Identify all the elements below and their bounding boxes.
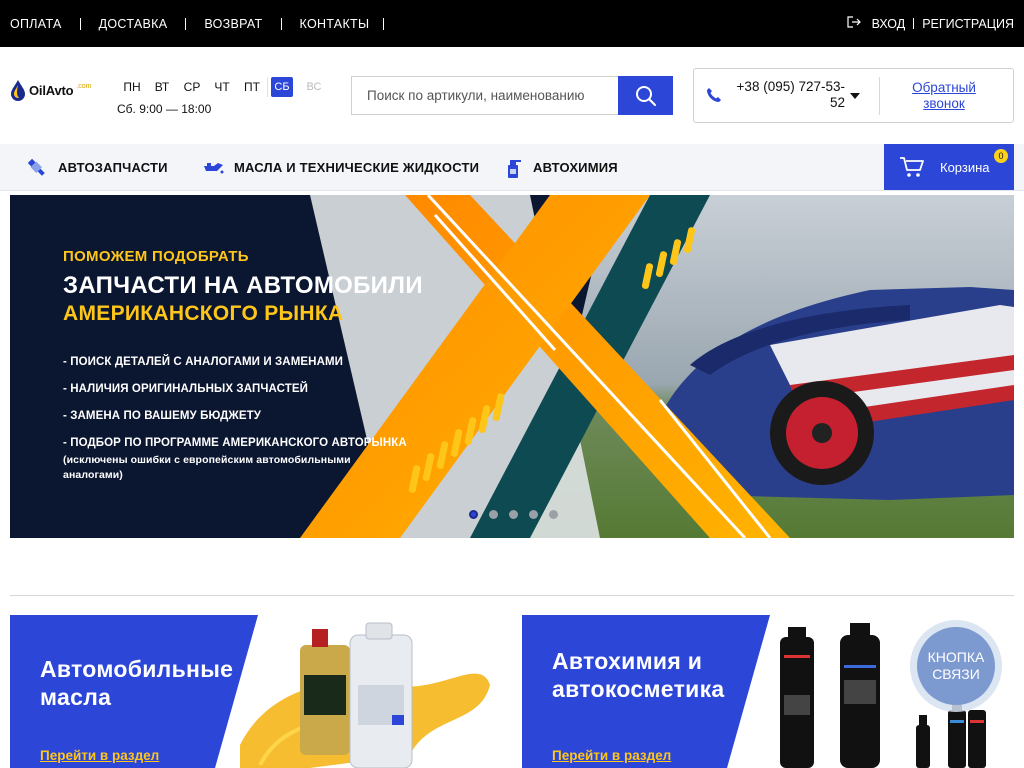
nav-label: МАСЛА И ТЕХНИЧЕСКИЕ ЖИДКОСТИ <box>234 160 480 175</box>
banner-subtitle: АМЕРИКАНСКОГО РЫНКА <box>63 302 344 325</box>
nav-item-autoparts[interactable]: АВТОЗАПЧАСТИ <box>26 144 168 191</box>
cart-count-badge: 0 <box>994 149 1008 163</box>
slider-dot[interactable] <box>529 510 538 519</box>
site-logo[interactable]: OilAvto .com <box>10 79 92 101</box>
weekday-today: СБ <box>271 77 293 97</box>
banner-bullet: - ПОДБОР ПО ПРОГРАММЕ АМЕРИКАНСКОГО АВТО… <box>63 437 407 483</box>
slider-dot[interactable] <box>509 510 518 519</box>
contact-widget-label: КНОПКА СВЯЗИ <box>917 627 995 705</box>
top-link-return[interactable]: ВОЗВРАТ <box>204 17 262 31</box>
phone-icon <box>707 88 721 102</box>
cart-label: Корзина <box>940 159 990 175</box>
banner-bullet-note: (исключены ошибки с европейским автомоби… <box>63 454 351 481</box>
logo-domain: .com <box>76 82 92 90</box>
top-links: ОПЛАТА ДОСТАВКА ВОЗВРАТ КОНТАКТЫ <box>10 17 385 31</box>
divider <box>913 18 915 29</box>
callback-link[interactable]: Обратный звонок <box>894 80 994 112</box>
divider <box>879 77 880 115</box>
cart-button[interactable]: Корзина 0 <box>884 144 1014 190</box>
nav-label: АВТОХИМИЯ <box>533 160 618 175</box>
cart-icon <box>900 157 924 177</box>
working-hours: Сб. 9:00 — 18:00 <box>117 102 212 116</box>
weekday: СР <box>183 80 201 94</box>
logo-brand: OilAvto <box>29 82 74 98</box>
oil-drop-logo-icon <box>11 80 25 101</box>
top-bar: ОПЛАТА ДОСТАВКА ВОЗВРАТ КОНТАКТЫ ВХОД РЕ… <box>0 0 1024 47</box>
spray-bottle-icon <box>508 159 521 178</box>
weekday: ЧТ <box>214 80 230 94</box>
divider <box>185 17 187 30</box>
weekday-schedule: ПН ВТ СР ЧТ ПТ СБ ВС <box>117 77 329 97</box>
card-link[interactable]: Перейти в раздел <box>552 748 671 763</box>
spark-plug-icon <box>27 158 45 176</box>
divider <box>79 17 81 30</box>
slider-dot[interactable] <box>489 510 498 519</box>
search-button[interactable] <box>618 76 673 115</box>
banner-title: ЗАПЧАСТИ НА АВТОМОБИЛИ <box>63 272 423 299</box>
oil-can-icon <box>204 162 224 173</box>
category-card-oils[interactable]: Автомобильные масла Перейти в раздел <box>10 615 502 768</box>
slider-dots <box>469 510 558 519</box>
auth-links: ВХОД РЕГИСТРАЦИЯ <box>846 16 1014 31</box>
register-link[interactable]: РЕГИСТРАЦИЯ <box>922 17 1014 31</box>
slider-dot-active[interactable] <box>469 510 478 519</box>
search-icon <box>635 85 656 106</box>
banner-bullets: - ПОИСК ДЕТАЛЕЙ С АНАЛОГАМИ И ЗАМЕНАМИ -… <box>63 356 407 498</box>
card-title: Автомобильные масла <box>40 656 234 710</box>
card-link[interactable]: Перейти в раздел <box>40 748 159 763</box>
contact-box: +38 (095) 727-53-52 Обратный звонок <box>693 68 1014 123</box>
search-input[interactable] <box>351 76 618 115</box>
banner-bullet: - ПОИСК ДЕТАЛЕЙ С АНАЛОГАМИ И ЗАМЕНАМИ <box>63 356 344 368</box>
weekday-off: ВС <box>306 81 322 93</box>
banner-underlay <box>10 538 1014 596</box>
login-arrow-icon <box>846 16 861 31</box>
contact-widget-button[interactable]: КНОПКА СВЯЗИ <box>910 620 1002 712</box>
weekday: ПН <box>123 80 141 94</box>
banner-pretitle: ПОМОЖЕМ ПОДОБРАТЬ <box>63 248 249 265</box>
top-link-payment[interactable]: ОПЛАТА <box>10 17 62 31</box>
nav-item-autochemistry[interactable]: АВТОХИМИЯ <box>505 144 618 191</box>
top-link-contacts[interactable]: КОНТАКТЫ <box>300 17 370 31</box>
phone-number[interactable]: +38 (095) 727-53-52 <box>730 79 845 111</box>
weekday: ПТ <box>244 80 260 94</box>
nav-label: АВТОЗАПЧАСТИ <box>58 160 168 175</box>
divider <box>383 17 385 30</box>
header: OilAvto .com ПН ВТ СР ЧТ ПТ СБ ВС Сб. 9:… <box>0 47 1024 144</box>
promo-banner[interactable]: ПОМОЖЕМ ПОДОБРАТЬ ЗАПЧАСТИ НА АВТОМОБИЛИ… <box>10 195 1014 538</box>
nav-item-oils[interactable]: МАСЛА И ТЕХНИЧЕСКИЕ ЖИДКОСТИ <box>202 144 479 191</box>
slider-dot[interactable] <box>549 510 558 519</box>
chevron-down-icon[interactable] <box>850 93 860 99</box>
search-bar <box>351 76 673 115</box>
banner-bullet: - ЗАМЕНА ПО ВАШЕМУ БЮДЖЕТУ <box>63 410 262 422</box>
banner-bullet-text: - ПОДБОР ПО ПРОГРАММЕ АМЕРИКАНСКОГО АВТО… <box>63 437 407 449</box>
divider <box>267 77 268 97</box>
banner-bullet: - НАЛИЧИЯ ОРИГИНАЛЬНЫХ ЗАПЧАСТЕЙ <box>63 383 308 395</box>
category-nav: АВТОЗАПЧАСТИ МАСЛА И ТЕХНИЧЕСКИЕ ЖИДКОСТ… <box>0 144 1024 191</box>
weekday: ВТ <box>154 80 170 94</box>
divider <box>280 17 282 30</box>
card-title: Автохимия и автокосметика <box>552 648 725 702</box>
login-link[interactable]: ВХОД <box>872 17 906 31</box>
top-link-delivery[interactable]: ДОСТАВКА <box>99 17 168 31</box>
